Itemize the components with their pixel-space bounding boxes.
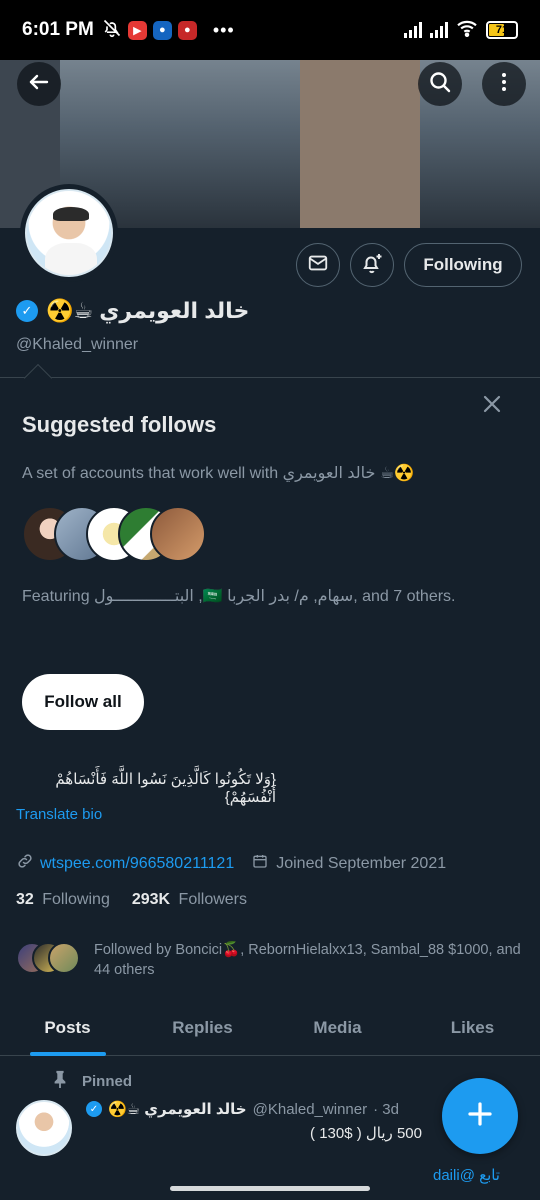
- profile-tabs: Posts Replies Media Likes: [0, 1000, 540, 1056]
- display-name-row: ✓ خالد العويمري ☕☢️: [16, 298, 249, 324]
- more-vertical-icon: [492, 70, 516, 99]
- translate-bio-link[interactable]: Translate bio: [16, 806, 102, 823]
- suggested-avatars[interactable]: [22, 506, 206, 562]
- profile-bio: {وَلا تَكُونُوا كَالَّذِينَ نَسُوا اللَّ…: [55, 771, 276, 806]
- display-name: خالد العويمري ☕☢️: [46, 298, 250, 323]
- back-button[interactable]: [17, 62, 61, 106]
- bell-plus-icon: [360, 251, 384, 280]
- bell-off-icon: [102, 18, 122, 43]
- pinned-indicator: Pinned: [52, 1070, 132, 1092]
- calendar-icon: [252, 853, 268, 874]
- tab-likes[interactable]: Likes: [405, 1000, 540, 1055]
- suggested-avatar[interactable]: [150, 506, 206, 562]
- post-author-handle: @Khaled_winner: [252, 1100, 368, 1118]
- back-arrow-icon: [27, 70, 51, 99]
- follow-all-button[interactable]: Follow all: [22, 674, 144, 730]
- search-icon: [428, 70, 452, 99]
- profile-website-link[interactable]: wtspee.com/966580211121: [40, 855, 234, 873]
- compose-button[interactable]: [442, 1078, 518, 1154]
- following-count-link[interactable]: 32 Following: [16, 891, 110, 909]
- status-time: 6:01 PM: [22, 19, 94, 40]
- profile-avatar[interactable]: [20, 184, 118, 282]
- status-bar: 6:01 PM ▶ ● ● ••• 71: [0, 0, 540, 60]
- close-icon: [480, 390, 504, 423]
- followers-count: 293K: [131, 891, 171, 908]
- plus-icon: [465, 1099, 495, 1134]
- battery-level: 71: [495, 24, 509, 36]
- wifi-icon: [456, 19, 478, 42]
- notifications-button[interactable]: [350, 243, 394, 287]
- mutual-avatar: [48, 942, 80, 974]
- joined-date: Joined September 2021: [276, 854, 447, 872]
- system-icons: 71: [404, 19, 518, 42]
- post-header: ✓ خالد العويمري ☕☢️ @Khaled_winner · 3d: [86, 1100, 399, 1118]
- banner-background-2: [300, 46, 420, 228]
- following-label: Following: [42, 891, 110, 908]
- post-author-name[interactable]: خالد العويمري ☕☢️: [108, 1100, 247, 1118]
- post-body: 500 ريال ( $130 ): [310, 1125, 422, 1142]
- more-notifications-dots: •••: [212, 19, 235, 40]
- tab-media[interactable]: Media: [270, 1000, 405, 1055]
- signal-icon: [404, 22, 422, 38]
- following-count: 32: [16, 891, 34, 908]
- pinned-label: Pinned: [82, 1072, 133, 1090]
- youtube-notification-icon: ▶: [127, 20, 147, 40]
- following-button[interactable]: Following: [404, 243, 522, 287]
- app-notification-icon: ●: [152, 20, 172, 40]
- app-notification-icon-2: ●: [177, 20, 197, 40]
- verified-badge-icon: ✓: [86, 1101, 102, 1117]
- signal-icon-2: [430, 22, 448, 38]
- followers-label: Followers: [178, 891, 248, 908]
- followed-by[interactable]: Followed by Boncici🍒, RebornHielalxx13, …: [16, 940, 534, 980]
- home-indicator[interactable]: [170, 1186, 370, 1191]
- section-divider: [0, 377, 540, 378]
- link-icon: [16, 852, 34, 875]
- profile-meta: wtspee.com/966580211121 Joined September…: [16, 852, 446, 875]
- notification-icons: ▶ ● ● •••: [102, 18, 235, 43]
- followed-by-avatars: [16, 942, 80, 974]
- profile-handle: @Khaled_winner: [16, 336, 139, 353]
- pin-icon: [52, 1070, 68, 1092]
- search-button[interactable]: [418, 62, 462, 106]
- follow-counts: 32 Following 293K Followers: [16, 891, 247, 909]
- battery-icon: 71: [486, 21, 518, 39]
- message-button[interactable]: [296, 243, 340, 287]
- tab-replies[interactable]: Replies: [135, 1000, 270, 1055]
- mail-icon: [307, 252, 329, 279]
- verified-badge-icon: ✓: [16, 300, 38, 322]
- followed-by-text: Followed by Boncici🍒, RebornHielalxx13, …: [94, 942, 521, 978]
- suggested-featuring: Featuring البتـــــــــــــول ,🇸🇦 سهام, …: [22, 588, 456, 605]
- close-suggested-button[interactable]: [478, 392, 506, 420]
- suggested-description: A set of accounts that work well with خا…: [22, 465, 415, 482]
- followers-count-link[interactable]: 293K Followers: [132, 891, 247, 909]
- more-options-button[interactable]: [482, 62, 526, 106]
- post-mention-link[interactable]: تابع @daili: [433, 1166, 500, 1184]
- popover-caret: [23, 363, 53, 393]
- tab-posts[interactable]: Posts: [0, 1000, 135, 1055]
- suggested-follows-title: Suggested follows: [22, 412, 217, 437]
- avatar-image: [25, 189, 113, 277]
- post-time: · 3d: [373, 1100, 399, 1118]
- post-author-avatar[interactable]: [16, 1100, 72, 1156]
